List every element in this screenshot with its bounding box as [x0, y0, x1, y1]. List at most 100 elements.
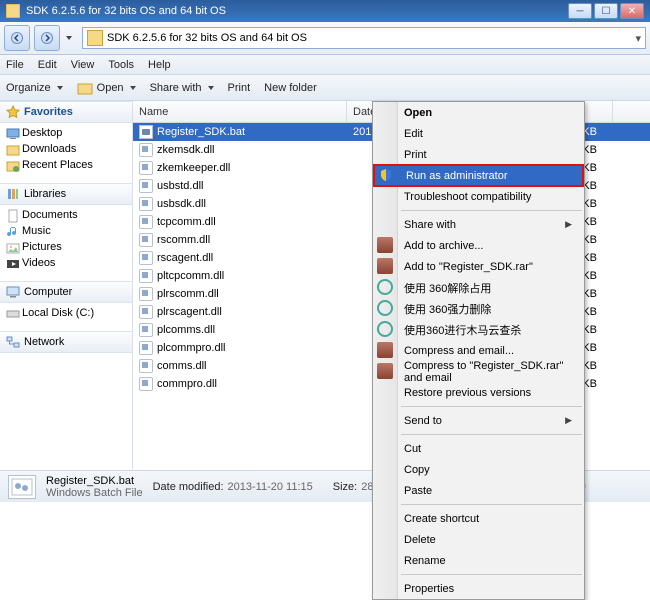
ctx-edit[interactable]: Edit — [373, 123, 584, 144]
dll-file-icon — [139, 359, 153, 373]
menu-bar: File Edit View Tools Help — [0, 55, 650, 75]
ctx-delete[interactable]: Delete — [373, 529, 584, 550]
menu-file[interactable]: File — [6, 59, 24, 71]
desktop-icon — [6, 127, 20, 141]
file-name: plrscomm.dll — [157, 288, 219, 300]
toolbar: Organize Open Share with Print New folde… — [0, 75, 650, 101]
file-name: commpro.dll — [157, 378, 217, 390]
file-name: usbsdk.dll — [157, 198, 206, 210]
column-name[interactable]: Name — [133, 101, 347, 122]
file-name: zkemkeeper.dll — [157, 162, 230, 174]
dll-file-icon — [139, 233, 153, 247]
rar-icon — [377, 342, 393, 358]
sidebar-item-videos[interactable]: Videos — [0, 255, 132, 271]
star-icon — [6, 105, 20, 119]
file-name: plrscagent.dll — [157, 306, 222, 318]
music-icon — [6, 225, 20, 239]
sidebar-item-local-disk[interactable]: Local Disk (C:) — [0, 305, 132, 321]
ctx-send-to[interactable]: Send to▶ — [373, 410, 584, 431]
360-icon — [377, 321, 393, 337]
ctx-rename[interactable]: Rename — [373, 550, 584, 571]
sidebar-item-documents[interactable]: Documents — [0, 207, 132, 223]
ctx-add-to-archive[interactable]: Add to archive... — [373, 235, 584, 256]
menu-view[interactable]: View — [71, 59, 95, 71]
ctx-open[interactable]: Open — [373, 102, 584, 123]
context-menu: Open Edit Print Run as administrator Tro… — [372, 101, 585, 600]
sidebar-item-recent-places[interactable]: Recent Places — [0, 157, 132, 173]
ctx-share-with[interactable]: Share with▶ — [373, 214, 584, 235]
share-with-button[interactable]: Share with — [150, 82, 214, 94]
libraries-heading[interactable]: Libraries — [0, 183, 132, 205]
dll-file-icon — [139, 377, 153, 391]
details-thumbnail — [8, 475, 36, 499]
menu-help[interactable]: Help — [148, 59, 171, 71]
rar-icon — [377, 363, 393, 379]
sidebar-item-downloads[interactable]: Downloads — [0, 141, 132, 157]
ctx-create-shortcut[interactable]: Create shortcut — [373, 508, 584, 529]
file-name: usbstd.dll — [157, 180, 203, 192]
ctx-copy[interactable]: Copy — [373, 459, 584, 480]
open-button[interactable]: Open — [77, 80, 136, 96]
ctx-print[interactable]: Print — [373, 144, 584, 165]
network-heading[interactable]: Network — [0, 331, 132, 353]
sidebar-item-desktop[interactable]: Desktop — [0, 125, 132, 141]
open-icon — [77, 80, 93, 96]
ctx-compress-rar-and-email[interactable]: Compress to "Register_SDK.rar" and email — [373, 361, 584, 382]
documents-icon — [6, 209, 20, 223]
pictures-icon — [6, 241, 20, 255]
address-dropdown-icon[interactable]: ▾ — [635, 32, 641, 45]
dll-file-icon — [139, 287, 153, 301]
ctx-properties[interactable]: Properties — [373, 578, 584, 599]
close-button[interactable]: ✕ — [620, 3, 644, 19]
rar-icon — [377, 258, 393, 274]
ctx-360-force-delete[interactable]: 使用 360强力删除 — [373, 298, 584, 319]
sidebar-item-music[interactable]: Music — [0, 223, 132, 239]
ctx-troubleshoot[interactable]: Troubleshoot compatibility — [373, 186, 584, 207]
downloads-icon — [6, 143, 20, 157]
menu-tools[interactable]: Tools — [108, 59, 134, 71]
details-type: Windows Batch File — [46, 487, 143, 499]
maximize-button[interactable]: ☐ — [594, 3, 618, 19]
ctx-360-unlock[interactable]: 使用 360解除占用 — [373, 277, 584, 298]
new-folder-button[interactable]: New folder — [264, 82, 317, 94]
sidebar: Favorites Desktop Downloads Recent Place… — [0, 101, 133, 470]
sidebar-item-pictures[interactable]: Pictures — [0, 239, 132, 255]
batch-file-icon — [139, 125, 153, 139]
ctx-add-to-rar[interactable]: Add to "Register_SDK.rar" — [373, 256, 584, 277]
organize-button[interactable]: Organize — [6, 82, 63, 94]
print-button[interactable]: Print — [228, 82, 251, 94]
forward-button[interactable] — [34, 25, 60, 51]
recent-icon — [6, 159, 20, 173]
dll-file-icon — [139, 305, 153, 319]
computer-heading[interactable]: Computer — [0, 281, 132, 303]
app-icon — [6, 4, 20, 18]
address-bar[interactable]: SDK 6.2.5.6 for 32 bits OS and 64 bit OS… — [82, 27, 646, 49]
shield-icon — [379, 168, 395, 184]
file-name: plcommpro.dll — [157, 342, 225, 354]
360-icon — [377, 279, 393, 295]
dll-file-icon — [139, 179, 153, 193]
dll-file-icon — [139, 197, 153, 211]
minimize-button[interactable]: ─ — [568, 3, 592, 19]
file-name: rscagent.dll — [157, 252, 213, 264]
file-list-area: Name Date modified Type Size Register_SD… — [133, 101, 650, 470]
ctx-cut[interactable]: Cut — [373, 438, 584, 459]
ctx-paste[interactable]: Paste — [373, 480, 584, 501]
libraries-icon — [6, 187, 20, 201]
computer-icon — [6, 285, 20, 299]
file-name: pltcpcomm.dll — [157, 270, 224, 282]
ctx-run-as-administrator[interactable]: Run as administrator — [373, 164, 584, 187]
titlebar: SDK 6.2.5.6 for 32 bits OS and 64 bit OS… — [0, 0, 650, 22]
dll-file-icon — [139, 161, 153, 175]
ctx-restore-previous[interactable]: Restore previous versions — [373, 382, 584, 403]
nav-bar: SDK 6.2.5.6 for 32 bits OS and 64 bit OS… — [0, 22, 650, 55]
menu-edit[interactable]: Edit — [38, 59, 57, 71]
dll-file-icon — [139, 323, 153, 337]
address-text: SDK 6.2.5.6 for 32 bits OS and 64 bit OS — [107, 32, 307, 44]
back-history-dropdown[interactable] — [64, 32, 78, 44]
favorites-heading[interactable]: Favorites — [0, 101, 132, 123]
dll-file-icon — [139, 341, 153, 355]
ctx-compress-and-email[interactable]: Compress and email... — [373, 340, 584, 361]
back-button[interactable] — [4, 25, 30, 51]
ctx-360-cloud-scan[interactable]: 使用360进行木马云查杀 — [373, 319, 584, 340]
